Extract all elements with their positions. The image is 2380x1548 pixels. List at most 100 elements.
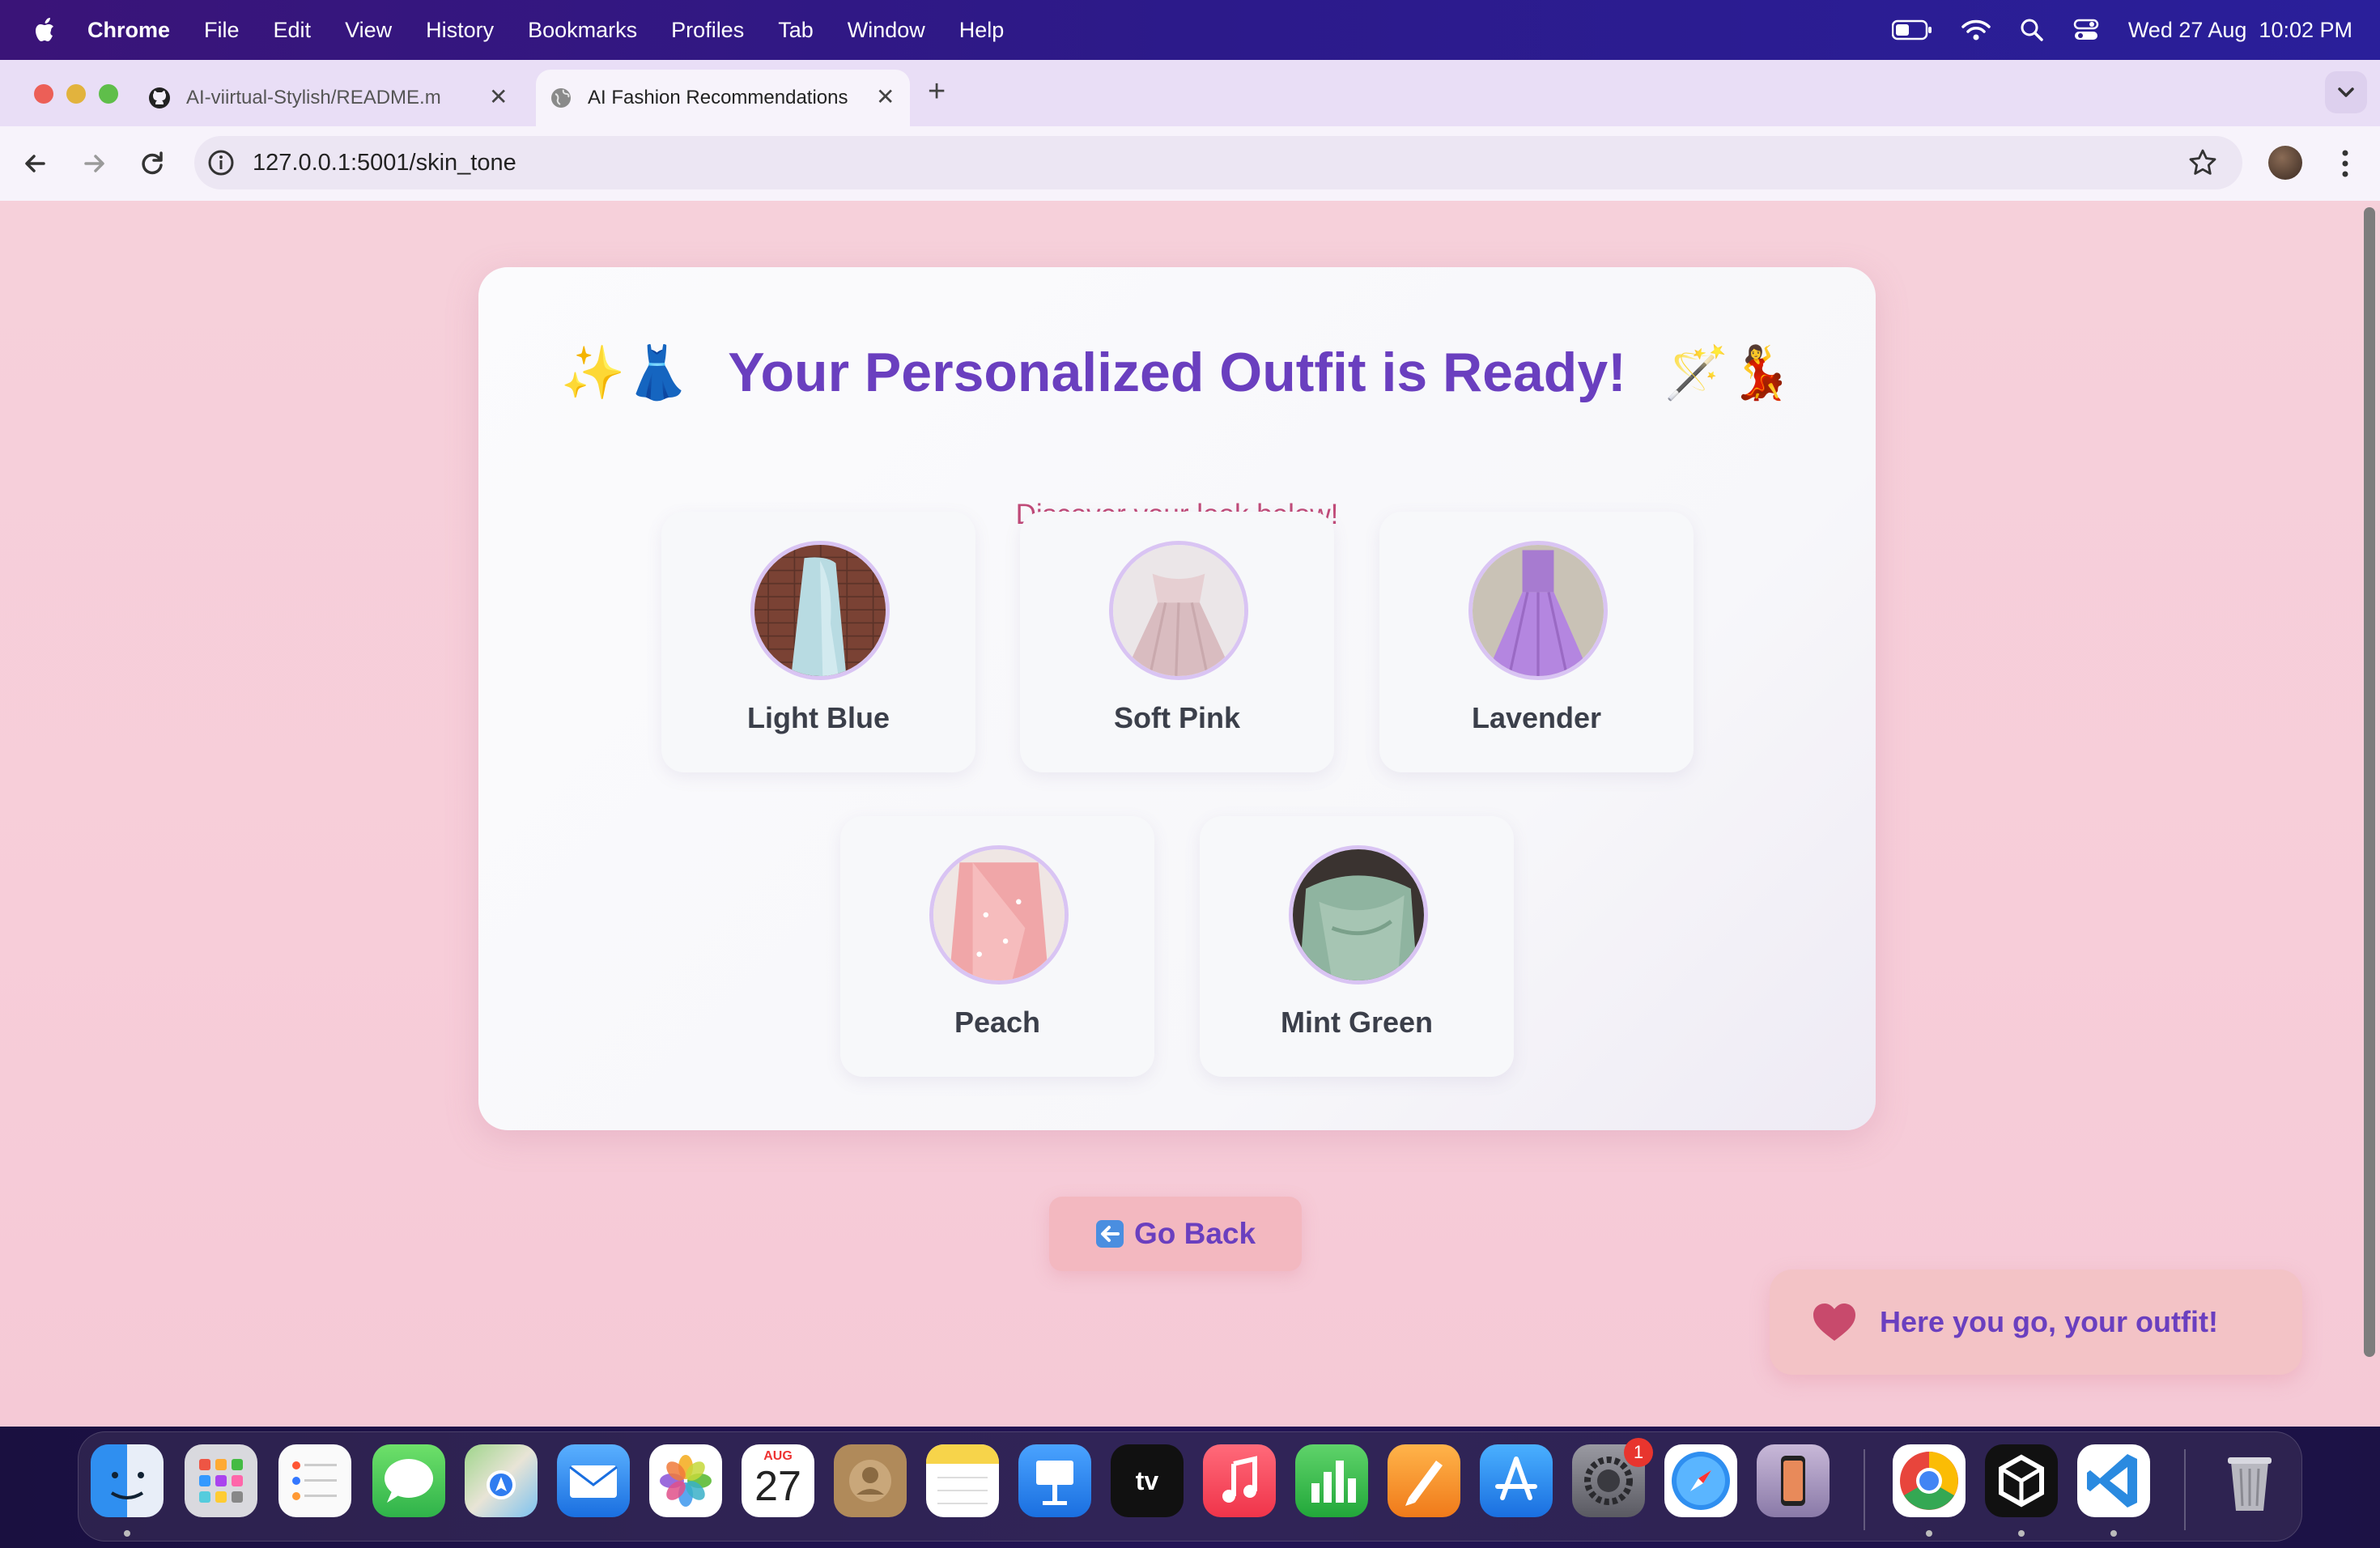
outfit-card-light-blue[interactable]: Light Blue — [661, 512, 975, 772]
title-emoji-left: ✨👗 — [560, 342, 691, 402]
outfit-label: Mint Green — [1280, 1006, 1433, 1039]
tab-search-button[interactable] — [2325, 71, 2367, 113]
control-center-icon[interactable] — [2073, 18, 2099, 42]
dock-separator — [1864, 1449, 1865, 1530]
outfit-card-soft-pink[interactable]: Soft Pink — [1020, 512, 1334, 772]
outfit-photo[interactable] — [1109, 541, 1248, 680]
outfit-photo[interactable] — [750, 541, 890, 680]
toast-notification: Here you go, your outfit! — [1770, 1269, 2302, 1375]
calendar-icon[interactable]: AUG 27 — [742, 1444, 814, 1517]
outfit-card-peach[interactable]: Peach — [840, 816, 1154, 1077]
outfit-photo[interactable] — [1468, 541, 1608, 680]
menu-tab[interactable]: Tab — [778, 18, 814, 43]
unity-icon[interactable] — [1985, 1444, 2058, 1517]
numbers-icon[interactable] — [1295, 1444, 1368, 1517]
running-indicator — [2018, 1530, 2025, 1537]
calendar-day: 27 — [754, 1463, 801, 1510]
running-indicator — [2110, 1530, 2117, 1537]
tab-label: AI Fashion Recommendations — [588, 87, 848, 108]
menubar-datetime[interactable]: Wed 27 Aug 10:02 PM — [2128, 18, 2352, 43]
dock-separator — [2184, 1449, 2186, 1530]
outfit-label: Light Blue — [747, 701, 890, 734]
globe-icon — [551, 88, 571, 108]
tab-label: AI-viirtual-Stylish/README.m — [186, 87, 441, 108]
trash-icon[interactable] — [2213, 1444, 2286, 1517]
page-title: ✨👗 Your Personalized Outfit is Ready! 🪄💃 — [478, 337, 1876, 404]
back-arrow-icon — [1095, 1220, 1124, 1248]
notification-badge: 1 — [1624, 1438, 1653, 1467]
iphone-mirroring-icon[interactable] — [1757, 1444, 1830, 1517]
page-scrollbar[interactable] — [2364, 207, 2375, 1357]
forward-arrow-icon[interactable] — [76, 146, 112, 181]
contacts-icon[interactable] — [834, 1444, 907, 1517]
window-close-button[interactable] — [34, 84, 53, 104]
chrome-icon[interactable] — [1893, 1444, 1966, 1517]
menu-help[interactable]: Help — [959, 18, 1005, 43]
messages-icon[interactable] — [372, 1444, 445, 1517]
menu-bookmarks[interactable]: Bookmarks — [528, 18, 637, 43]
outfit-label: Lavender — [1471, 701, 1602, 734]
menu-bar: Chrome File Edit View History Bookmarks … — [0, 0, 2380, 60]
github-icon — [149, 87, 170, 108]
notes-icon[interactable] — [926, 1444, 999, 1517]
spotlight-search-icon[interactable] — [2020, 18, 2044, 42]
outfit-label: Peach — [954, 1006, 1041, 1039]
address-bar[interactable]: 127.0.0.1:5001/skin_tone — [194, 136, 2242, 189]
safari-icon[interactable] — [1664, 1444, 1737, 1517]
outfit-results-card: ✨👗 Your Personalized Outfit is Ready! 🪄💃… — [478, 267, 1876, 1130]
apple-tv-icon[interactable]: tv — [1111, 1444, 1184, 1517]
title-text: Your Personalized Outfit is Ready! — [728, 342, 1626, 404]
tab-strip: AI-viirtual-Stylish/README.m ✕ AI Fashio… — [0, 60, 2380, 126]
menu-edit[interactable]: Edit — [274, 18, 312, 43]
reminders-icon[interactable] — [278, 1444, 351, 1517]
go-back-label: Go Back — [1133, 1217, 1256, 1250]
running-indicator — [1926, 1530, 1932, 1537]
tab-ai-fashion[interactable]: AI Fashion Recommendations ✕ — [536, 70, 910, 126]
outfit-photo[interactable] — [929, 845, 1069, 985]
toast-message: Here you go, your outfit! — [1880, 1305, 2218, 1338]
url-text[interactable]: 127.0.0.1:5001/skin_tone — [253, 150, 516, 176]
launchpad-icon[interactable] — [185, 1444, 257, 1517]
maps-icon[interactable] — [465, 1444, 538, 1517]
title-emoji-right: 🪄💃 — [1664, 342, 1794, 402]
finder-icon[interactable] — [91, 1444, 164, 1517]
menu-app-name[interactable]: Chrome — [87, 18, 170, 43]
battery-icon[interactable] — [1891, 19, 1932, 40]
new-tab-button[interactable]: + — [928, 74, 946, 109]
vscode-icon[interactable] — [2077, 1444, 2150, 1517]
calendar-month: AUG — [763, 1449, 793, 1463]
outfit-card-lavender[interactable]: Lavender — [1379, 512, 1694, 772]
outfit-photo[interactable] — [1289, 845, 1428, 985]
menu-window[interactable]: Window — [848, 18, 925, 43]
tab-close-icon[interactable]: ✕ — [876, 86, 895, 108]
reload-icon[interactable] — [134, 146, 170, 181]
menu-view[interactable]: View — [345, 18, 392, 43]
menu-file[interactable]: File — [204, 18, 240, 43]
running-indicator — [124, 1530, 130, 1537]
window-zoom-button[interactable] — [99, 84, 118, 104]
outfit-card-mint-green[interactable]: Mint Green — [1200, 816, 1514, 1077]
profile-avatar[interactable] — [2268, 146, 2302, 180]
music-icon[interactable] — [1203, 1444, 1276, 1517]
more-menu-icon[interactable] — [2333, 146, 2357, 181]
go-back-button[interactable]: Go Back — [1049, 1197, 1302, 1271]
photos-icon[interactable] — [649, 1444, 722, 1517]
bookmark-star-icon[interactable] — [2187, 147, 2218, 178]
app-store-icon[interactable] — [1480, 1444, 1553, 1517]
tab-close-icon[interactable]: ✕ — [489, 86, 508, 108]
apple-logo-icon[interactable] — [29, 14, 62, 46]
chevron-down-icon — [2338, 87, 2354, 97]
wifi-icon[interactable] — [1961, 19, 1991, 41]
mail-icon[interactable] — [557, 1444, 630, 1517]
site-info-icon[interactable] — [207, 149, 235, 176]
menu-history[interactable]: History — [426, 18, 494, 43]
window-minimize-button[interactable] — [66, 84, 86, 104]
back-arrow-icon[interactable] — [18, 146, 53, 181]
keynote-icon[interactable] — [1018, 1444, 1091, 1517]
tab-github-readme[interactable]: AI-viirtual-Stylish/README.m ✕ — [147, 70, 520, 126]
browser-toolbar: 127.0.0.1:5001/skin_tone — [0, 126, 2380, 202]
heart-icon — [1813, 1303, 1855, 1341]
menu-profiles[interactable]: Profiles — [671, 18, 744, 43]
pages-icon[interactable] — [1388, 1444, 1460, 1517]
page-viewport: ✨👗 Your Personalized Outfit is Ready! 🪄💃… — [0, 201, 2380, 1427]
